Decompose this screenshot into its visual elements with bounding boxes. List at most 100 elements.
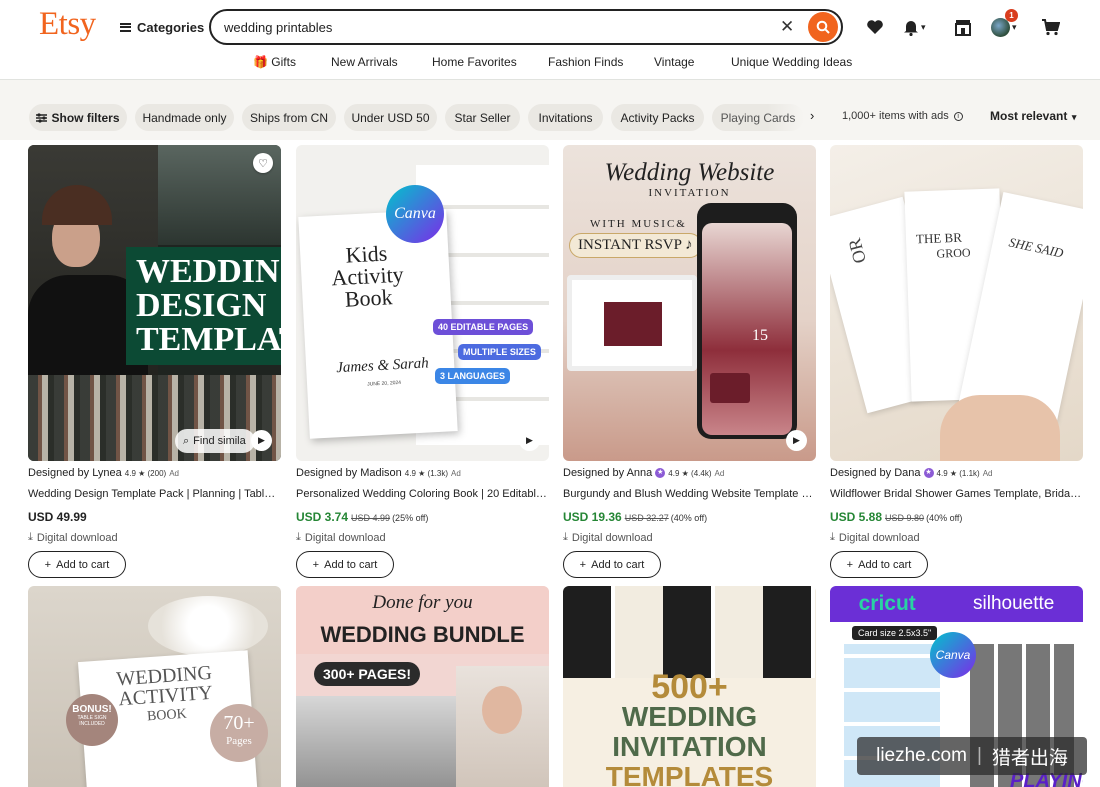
chip-invitations[interactable]: Invitations	[528, 104, 603, 131]
product-image[interactable]: Wedding Website INVITATION WITH MUSIC& I…	[563, 145, 816, 461]
product-image[interactable]: Kids Activity Book James & Sarah JUNE 20…	[296, 145, 549, 461]
chevron-right-icon[interactable]: ›	[810, 108, 814, 123]
silhouette-logo: silhouette	[973, 593, 1055, 614]
find-similar-button[interactable]: ⌕ Find simila	[175, 429, 255, 453]
sale-price: USD 5.88	[830, 510, 883, 524]
discount: (25% off)	[392, 513, 429, 523]
rating: 4.9 ★ (1.1k)	[936, 469, 980, 478]
product-title[interactable]: Burgundy and Blush Wedding Website Templ…	[563, 488, 816, 500]
chevron-down-icon: ▾	[1069, 112, 1077, 122]
heart-icon	[867, 20, 883, 34]
shop-name-label: Designed by Lynea	[28, 467, 122, 479]
clear-search-icon[interactable]: ✕	[780, 17, 794, 37]
search-bar: ✕	[209, 9, 843, 45]
show-filters-label: Show filters	[51, 110, 120, 125]
thumb-heading: 500+ WEDDING INVITATION TEMPLATES	[563, 670, 816, 787]
favorites-button[interactable]	[866, 15, 884, 39]
shop-icon	[955, 19, 971, 36]
original-price: USD 9.80	[885, 513, 925, 523]
nav-vintage[interactable]: Vintage	[654, 55, 694, 69]
bell-icon	[904, 20, 918, 36]
show-filters-button[interactable]: Show filters	[29, 104, 127, 131]
nav-fashion-finds[interactable]: Fashion Finds	[548, 55, 623, 69]
phone-screen: 15	[702, 223, 792, 435]
chip-handmade-only[interactable]: Handmade only	[135, 104, 234, 131]
chevron-down-icon: ▾	[1012, 21, 1017, 32]
play-video-button[interactable]: ▶	[519, 430, 540, 451]
chip-activity-packs[interactable]: Activity Packs	[611, 104, 704, 131]
cart-icon	[1042, 18, 1060, 35]
gift-icon: 🎁	[253, 55, 272, 69]
discount: (40% off)	[926, 513, 963, 523]
product-title[interactable]: Personalized Wedding Coloring Book | 20 …	[296, 488, 549, 500]
shop-name[interactable]: Designed by Dana ★ 4.9 ★ (1.1k) Ad	[830, 467, 1083, 479]
feature-badge: 3 LANGUAGES	[435, 368, 511, 384]
product-image[interactable]: OR THE BR GROO SHE SAID	[830, 145, 1083, 461]
product-image[interactable]: WEDDING ACTIVITY BOOK 70+ Pages BONUS! T…	[28, 586, 281, 787]
shop-name[interactable]: Designed by Lynea 4.9 ★ (200) Ad	[28, 467, 281, 479]
shop-name[interactable]: Designed by Anna ★ 4.9 ★ (4.4k) Ad	[563, 467, 816, 479]
brand-banner: cricut silhouette	[830, 586, 1083, 622]
search-button[interactable]	[808, 12, 838, 42]
title-banner: WEDDING DESIGN TEMPLAT	[126, 247, 281, 365]
shop-manager-button[interactable]	[954, 15, 972, 39]
plus-icon: +	[846, 558, 854, 571]
thumb-tagline: WITH MUSIC&	[590, 218, 687, 230]
notifications-button[interactable]: ▾	[903, 15, 926, 39]
info-icon[interactable]: i	[953, 111, 963, 121]
notification-badge: 1	[1005, 9, 1018, 22]
nav-gifts[interactable]: 🎁 Gifts	[253, 55, 296, 69]
favorite-heart-button[interactable]: ♡	[253, 153, 273, 173]
star-seller-icon: ★	[923, 468, 934, 479]
chip-star-seller[interactable]: Star Seller	[445, 104, 520, 131]
add-to-cart-button[interactable]: + Add to cart	[296, 551, 394, 578]
chip-under-usd-50[interactable]: Under USD 50	[344, 104, 437, 131]
nav-new-arrivals[interactable]: New Arrivals	[331, 55, 398, 69]
chip-playing-cards[interactable]: Playing Cards	[712, 104, 804, 131]
search-input[interactable]	[224, 19, 764, 35]
product-title[interactable]: Wedding Design Template Pack | Planning …	[28, 488, 281, 500]
nav-home-favorites[interactable]: Home Favorites	[432, 55, 517, 69]
sort-label: Most relevant	[990, 109, 1068, 123]
add-to-cart-button[interactable]: + Add to cart	[563, 551, 661, 578]
play-video-button[interactable]: ▶	[786, 430, 807, 451]
product-image[interactable]: Done for you WEDDING BUNDLE 300+ PAGES!	[296, 586, 549, 787]
add-to-cart-button[interactable]: + Add to cart	[830, 551, 928, 578]
game-card-text: GROO	[936, 245, 971, 261]
rating: 4.9 ★ (200)	[124, 469, 167, 478]
phone-mockup: 15	[697, 203, 797, 439]
product-info: Designed by Anna ★ 4.9 ★ (4.4k) Ad Burgundy…	[563, 467, 816, 578]
discount: (40% off)	[670, 513, 708, 523]
etsy-logo[interactable]: Etsy	[39, 6, 96, 43]
plus-icon: +	[44, 558, 52, 571]
price-row: USD 49.99	[28, 510, 281, 524]
digital-download: ⤓ Digital download	[563, 531, 816, 544]
product-title[interactable]: Wildflower Bridal Shower Games Template,…	[830, 488, 1083, 500]
secondary-nav: 🎁 Gifts New Arrivals Home Favorites Fash…	[0, 52, 1100, 72]
play-icon: ▶	[526, 435, 533, 445]
game-card-text: SHE SAID	[1007, 234, 1065, 261]
invitation-card	[710, 373, 750, 403]
heart-outline-icon: ♡	[258, 157, 268, 170]
cart-button[interactable]	[1042, 15, 1060, 39]
sort-dropdown[interactable]: Most relevant ▾	[990, 109, 1076, 123]
add-to-cart-button[interactable]: + Add to cart	[28, 551, 126, 578]
filter-icon	[36, 112, 48, 123]
watermark-right: 猎者出海	[991, 747, 1068, 769]
title-banner: Done for you WEDDING BUNDLE	[296, 586, 549, 654]
nav-unique-wedding-ideas[interactable]: Unique Wedding Ideas	[731, 55, 852, 69]
product-image[interactable]: 500+ WEDDING INVITATION TEMPLATES	[563, 586, 816, 787]
download-icon: ⤓	[28, 531, 33, 543]
digital-download-label: Digital download	[571, 531, 653, 544]
bride-face	[482, 686, 522, 734]
shop-name[interactable]: Designed by Madison 4.9 ★ (1.3k) Ad	[296, 467, 549, 479]
chip-ships-from-cn[interactable]: Ships from CN	[242, 104, 336, 131]
cricut-logo: cricut	[858, 592, 916, 615]
add-to-cart-label: Add to cart	[591, 558, 645, 571]
product-image[interactable]: WEDDING DESIGN TEMPLAT ♡ ⌕ Find simila ▶	[28, 145, 281, 461]
categories-button[interactable]: Categories	[120, 18, 204, 36]
results-count: 1,000+ items with ads i	[842, 110, 963, 122]
feature-badge: MULTIPLE SIZES	[458, 344, 541, 360]
play-video-button[interactable]: ▶	[251, 430, 272, 451]
plus-icon: +	[312, 558, 320, 571]
